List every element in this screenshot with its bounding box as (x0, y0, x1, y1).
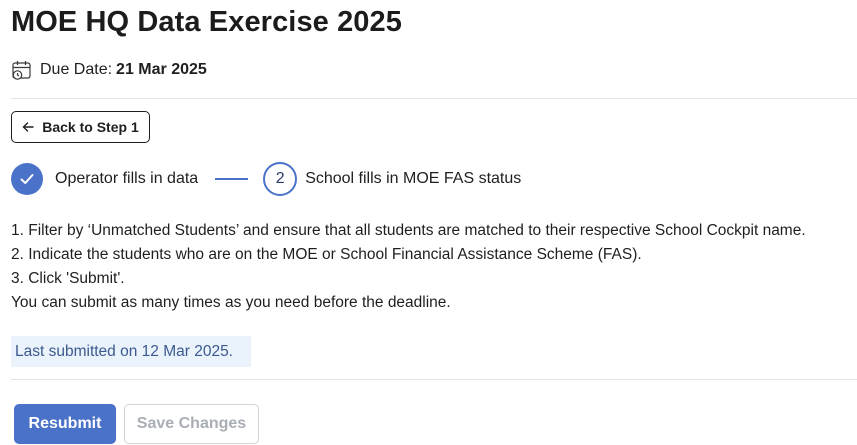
save-changes-button[interactable]: Save Changes (124, 404, 259, 444)
last-submitted-status: Last submitted on 12 Mar 2025. (11, 336, 251, 367)
instruction-item: 2. Indicate the students who are on the … (11, 246, 642, 263)
resubmit-button[interactable]: Resubmit (14, 404, 116, 444)
step-2-label: School fills in MOE FAS status (305, 170, 522, 187)
instructions-list: 1. Filter by ‘Unmatched Students’ and en… (11, 219, 806, 315)
calendar-clock-icon (11, 59, 33, 81)
step-2-indicator: 2 (263, 162, 298, 196)
stepper: Operator fills in data 2 School fills in… (11, 162, 521, 196)
instruction-item: 3. Click 'Submit'. (11, 270, 125, 287)
due-date-value: 21 Mar 2025 (116, 61, 207, 78)
due-date-row: Due Date: 21 Mar 2025 (11, 59, 207, 81)
step-1-completed-indicator (11, 163, 43, 195)
actions-divider (11, 379, 857, 380)
back-to-step-1-button[interactable]: Back to Step 1 (11, 111, 150, 143)
arrow-left-icon (22, 121, 34, 133)
checkmark-icon (19, 171, 35, 187)
page-title: MOE HQ Data Exercise 2025 (11, 6, 402, 38)
back-button-label: Back to Step 1 (42, 119, 139, 135)
header-divider (11, 98, 857, 99)
step-1-label: Operator fills in data (55, 170, 199, 187)
instruction-note: You can submit as many times as you need… (11, 294, 451, 311)
due-date-label: Due Date: (40, 61, 113, 78)
step-connector (215, 178, 249, 180)
instruction-item: 1. Filter by ‘Unmatched Students’ and en… (11, 222, 806, 239)
